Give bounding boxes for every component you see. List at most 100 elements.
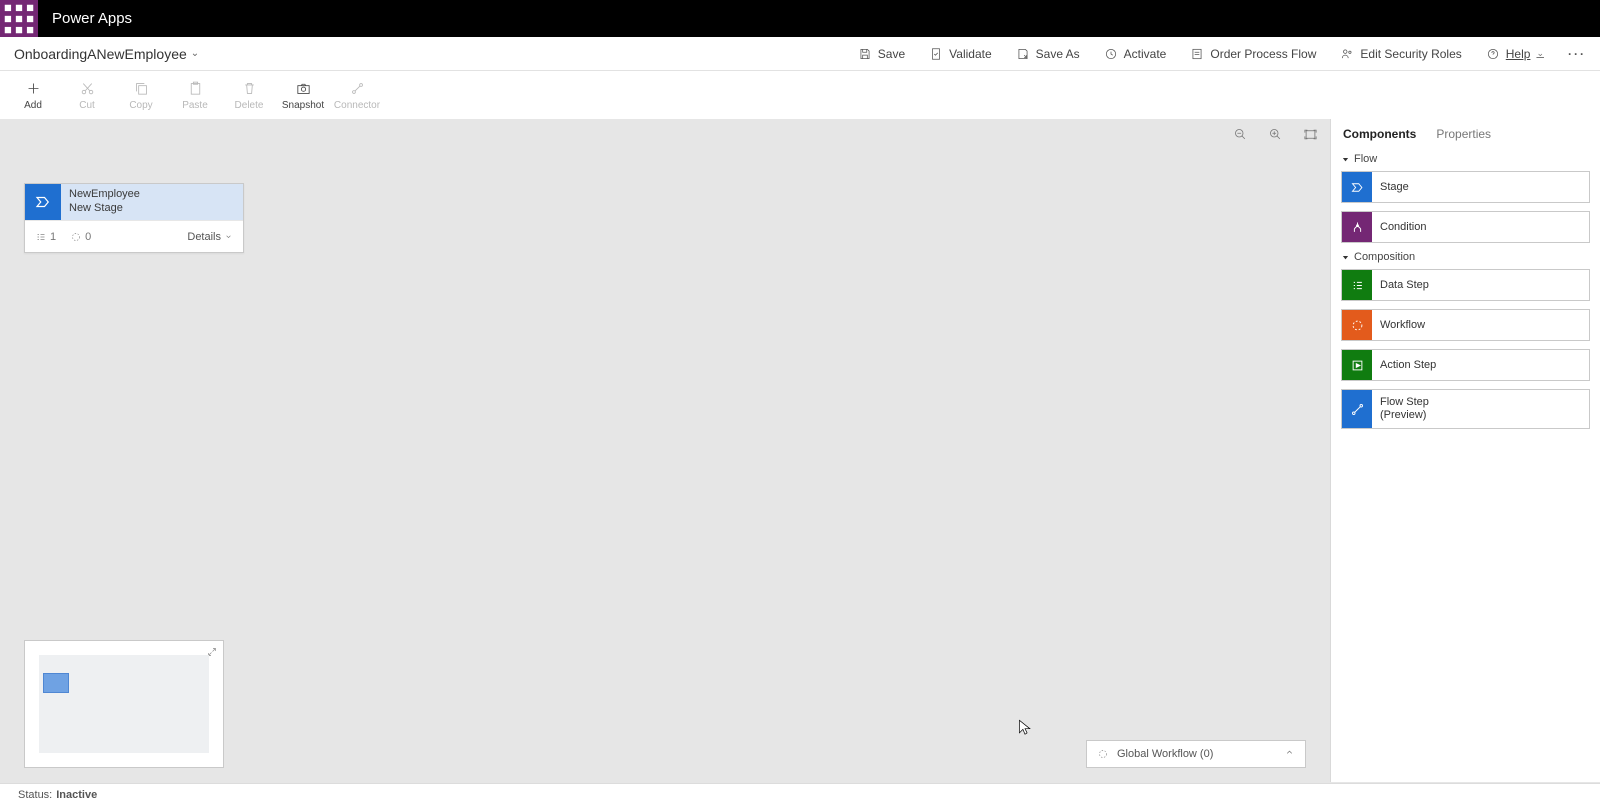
right-panel-tabs: Components Properties <box>1341 125 1590 149</box>
stage-header: NewEmployee New Stage <box>25 184 243 220</box>
edit-security-button[interactable]: Edit Security Roles <box>1340 47 1461 61</box>
copy-label: Copy <box>129 100 152 111</box>
section-flow-label: Flow <box>1354 153 1377 165</box>
stage-icon <box>25 184 61 220</box>
paste-button[interactable]: Paste <box>168 72 222 118</box>
activate-icon <box>1104 47 1118 61</box>
stage-card[interactable]: NewEmployee New Stage 1 0 Details <box>24 183 244 253</box>
validate-button[interactable]: Validate <box>929 47 991 61</box>
stage-body: 1 0 Details <box>25 220 243 252</box>
saveas-icon <box>1016 47 1030 61</box>
minimap[interactable] <box>24 640 224 768</box>
zoom-in-icon[interactable] <box>1268 127 1283 142</box>
chevron-down-icon: ⌄ <box>191 48 199 59</box>
connector-icon <box>349 80 366 97</box>
component-condition-label: Condition <box>1372 212 1589 242</box>
paste-icon <box>187 80 204 97</box>
tab-properties[interactable]: Properties <box>1436 127 1491 141</box>
flow-name: OnboardingANewEmployee <box>14 46 187 62</box>
command-bar: OnboardingANewEmployee ⌄ Save Validate S… <box>0 37 1600 71</box>
chevron-down-icon: ⌄ <box>1536 48 1544 59</box>
order-icon <box>1190 47 1204 61</box>
stage-icon <box>1350 180 1365 195</box>
order-label: Order Process Flow <box>1210 47 1316 61</box>
global-workflow-label: Global Workflow (0) <box>1117 748 1213 760</box>
flow-name-dropdown[interactable]: OnboardingANewEmployee ⌄ <box>14 46 199 62</box>
more-button[interactable]: ··· <box>1568 47 1586 61</box>
help-button[interactable]: Help ⌄ <box>1486 47 1544 61</box>
component-condition[interactable]: Condition <box>1341 211 1590 243</box>
component-actionstep-label: Action Step <box>1372 350 1589 380</box>
ribbon-toolbar: Add Cut Copy Paste Delete Snapshot Conne… <box>0 71 1600 119</box>
delete-icon <box>241 80 258 97</box>
component-workflow[interactable]: Workflow <box>1341 309 1590 341</box>
triangle-down-icon <box>1341 155 1350 164</box>
global-workflow-bar[interactable]: Global Workflow (0) <box>1086 740 1306 768</box>
details-toggle[interactable]: Details <box>187 231 233 243</box>
chevron-up-icon <box>1284 747 1295 761</box>
security-icon <box>1340 47 1354 61</box>
add-label: Add <box>24 100 42 111</box>
connector-button[interactable]: Connector <box>330 72 384 118</box>
right-panel: Components Properties Flow Stage Conditi… <box>1330 119 1600 782</box>
spinner-icon <box>1097 748 1109 760</box>
component-stage[interactable]: Stage <box>1341 171 1590 203</box>
tab-components[interactable]: Components <box>1343 127 1416 141</box>
minimap-viewport <box>39 655 209 753</box>
plus-icon <box>25 80 42 97</box>
save-icon <box>858 47 872 61</box>
condition-icon <box>1350 220 1365 235</box>
saveas-button[interactable]: Save As <box>1016 47 1080 61</box>
component-flow-step[interactable]: Flow Step (Preview) <box>1341 389 1590 429</box>
status-label: Status: <box>18 789 52 801</box>
section-flow[interactable]: Flow <box>1341 153 1590 165</box>
step-count: 1 <box>35 231 56 243</box>
component-action-step[interactable]: Action Step <box>1341 349 1590 381</box>
triangle-down-icon <box>1341 253 1350 262</box>
component-workflow-label: Workflow <box>1372 310 1589 340</box>
paste-label: Paste <box>182 100 208 111</box>
play-icon <box>1350 358 1365 373</box>
chevron-down-icon <box>224 232 233 241</box>
order-process-button[interactable]: Order Process Flow <box>1190 47 1316 61</box>
save-label: Save <box>878 47 905 61</box>
app-launcher-button[interactable] <box>0 0 38 37</box>
list-icon <box>35 231 47 243</box>
zoom-out-icon[interactable] <box>1233 127 1248 142</box>
copy-button[interactable]: Copy <box>114 72 168 118</box>
spinner-icon <box>70 231 82 243</box>
waffle-icon <box>0 0 38 38</box>
snapshot-button[interactable]: Snapshot <box>276 72 330 118</box>
workflow-count: 0 <box>70 231 91 243</box>
add-button[interactable]: Add <box>6 72 60 118</box>
spinner-icon <box>1350 318 1365 333</box>
validate-label: Validate <box>949 47 991 61</box>
activate-label: Activate <box>1124 47 1167 61</box>
cut-icon <box>79 80 96 97</box>
snapshot-label: Snapshot <box>282 100 324 111</box>
component-flowstep-label: Flow Step (Preview) <box>1372 390 1589 428</box>
copy-icon <box>133 80 150 97</box>
camera-icon <box>295 80 312 97</box>
main-area: NewEmployee New Stage 1 0 Details <box>0 119 1600 782</box>
stage-subtitle: New Stage <box>69 202 140 216</box>
list-icon <box>1350 278 1365 293</box>
component-stage-label: Stage <box>1372 172 1589 202</box>
top-header: Power Apps <box>0 0 1600 37</box>
component-data-step[interactable]: Data Step <box>1341 269 1590 301</box>
section-composition[interactable]: Composition <box>1341 251 1590 263</box>
activate-button[interactable]: Activate <box>1104 47 1167 61</box>
cut-label: Cut <box>79 100 95 111</box>
fit-screen-icon[interactable] <box>1303 127 1318 142</box>
view-tools <box>1233 127 1318 142</box>
delete-button[interactable]: Delete <box>222 72 276 118</box>
minimap-stage-marker <box>43 673 69 693</box>
help-label: Help <box>1506 47 1531 61</box>
save-button[interactable]: Save <box>858 47 905 61</box>
help-icon <box>1486 47 1500 61</box>
saveas-label: Save As <box>1036 47 1080 61</box>
cut-button[interactable]: Cut <box>60 72 114 118</box>
security-label: Edit Security Roles <box>1360 47 1461 61</box>
design-canvas[interactable]: NewEmployee New Stage 1 0 Details <box>0 119 1330 782</box>
component-datastep-label: Data Step <box>1372 270 1589 300</box>
